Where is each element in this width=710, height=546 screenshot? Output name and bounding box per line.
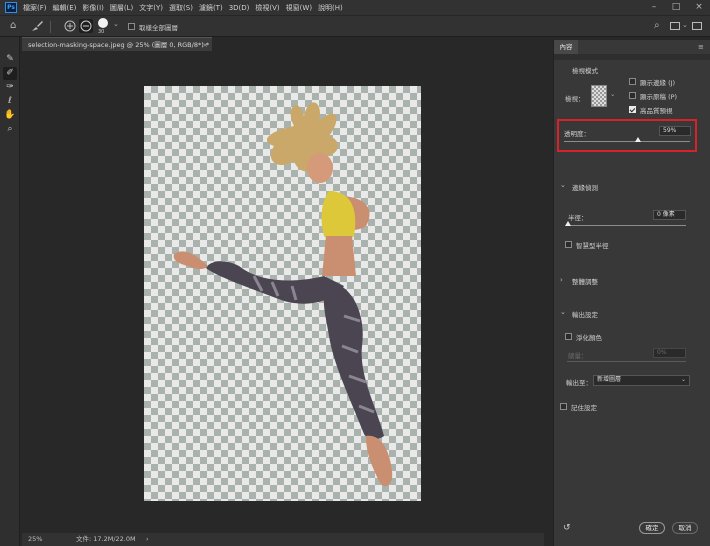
canvas-area[interactable]: [22, 52, 544, 533]
output-to-value: 新增圖層: [597, 376, 622, 383]
lasso-tool-icon[interactable]: ℓ: [3, 95, 17, 108]
amount-slider-track: [567, 361, 686, 362]
menu-file[interactable]: 檔案(F): [23, 3, 53, 13]
photoshop-logo: Ps: [5, 2, 17, 13]
right-foot-shape: [366, 435, 393, 487]
menu-help[interactable]: 說明(H): [318, 3, 349, 13]
tools-panel: ✎ ✐ ✑ ℓ ✋ ⌕: [0, 37, 20, 546]
refine-brush-icon[interactable]: [30, 19, 44, 35]
options-bar: ⌂ 30 ⌄ 取樣全部圖層 ⌕ ⌄: [0, 15, 710, 37]
document-image[interactable]: [144, 86, 421, 501]
tab-properties[interactable]: 內容: [554, 40, 578, 54]
zoom-level[interactable]: 25%: [28, 533, 42, 546]
radius-slider-track[interactable]: [567, 225, 686, 226]
document-title: selection-masking-space.jpeg @ 25% (圖層 0…: [28, 41, 210, 49]
zoom-tool-icon[interactable]: ⌕: [3, 123, 17, 136]
show-original-checkbox[interactable]: [629, 92, 636, 99]
chevron-down-icon[interactable]: ⌄: [560, 181, 566, 189]
left-foot-shape: [173, 251, 208, 270]
dancer-illustration: [173, 102, 393, 487]
hq-preview-label: 高品質預視: [640, 107, 673, 115]
smart-radius-checkbox[interactable]: [565, 241, 572, 248]
menu-layer[interactable]: 圖層(L): [110, 3, 139, 13]
amount-label: 總量：: [568, 352, 588, 360]
radius-input[interactable]: 0 像素: [653, 210, 686, 220]
decontaminate-checkbox[interactable]: [565, 333, 572, 340]
workspace-icon[interactable]: [670, 22, 680, 30]
opacity-highlight-box: [557, 119, 697, 152]
edge-detection-title[interactable]: 邊緣偵測: [572, 182, 598, 192]
brush-tool-icon[interactable]: ✐: [3, 67, 17, 80]
view-label: 檢視：: [565, 95, 585, 103]
add-mode-icon[interactable]: [64, 20, 76, 34]
chevron-down-icon: ⌄: [680, 376, 686, 383]
brush-size-value: 30: [98, 29, 105, 35]
menu-view[interactable]: 檢視(V): [255, 3, 285, 13]
chevron-right-icon[interactable]: ›: [560, 276, 563, 284]
divider: [50, 21, 51, 33]
global-refinements-title[interactable]: 整體調整: [572, 276, 598, 286]
show-edge-label: 顯示邊緣 (J): [640, 79, 676, 87]
right-leg-shape: [323, 281, 384, 440]
view-mode-title: 檢視模式: [572, 67, 598, 75]
hq-preview-checkbox[interactable]: [629, 106, 636, 113]
maximize-icon[interactable]: □: [665, 0, 687, 15]
chevron-down-icon[interactable]: ⌄: [113, 20, 119, 28]
menu-bar: Ps 檔案(F) 編輯(E) 影像(I) 圖層(L) 文字(Y) 選取(S) 濾…: [0, 0, 710, 15]
menu-3d[interactable]: 3D(D): [229, 4, 256, 12]
reset-icon[interactable]: ↺: [563, 523, 571, 533]
menu-window[interactable]: 視窗(W): [286, 3, 318, 13]
panel-menu-icon[interactable]: ≡: [698, 43, 704, 51]
smart-radius-label: 智慧型半徑: [576, 242, 609, 250]
chevron-down-icon[interactable]: ⌄: [610, 90, 615, 98]
menu-filter[interactable]: 濾鏡(T): [199, 3, 229, 13]
close-tab-icon[interactable]: ×: [203, 38, 208, 52]
search-icon[interactable]: ⌕: [654, 21, 660, 31]
home-icon[interactable]: ⌂: [10, 21, 16, 31]
chevron-down-icon[interactable]: ⌄: [560, 308, 566, 316]
subtract-mode-icon[interactable]: [79, 19, 93, 33]
output-to-select[interactable]: 新增圖層 ⌄: [593, 375, 690, 386]
head-shape: [307, 153, 333, 183]
midriff-shape: [322, 236, 356, 276]
output-settings-title[interactable]: 輸出設定: [572, 309, 598, 319]
quick-selection-tool-icon[interactable]: ✎: [3, 53, 17, 66]
menu-edit[interactable]: 編輯(E): [53, 3, 83, 13]
properties-panel: 內容 ≡ 檢視模式 檢視： ⌄ 顯示邊緣 (J) 顯示原稿 (P) 高品質預視 …: [553, 40, 710, 546]
hand-tool-icon[interactable]: ✋: [3, 109, 17, 122]
show-original-label: 顯示原稿 (P): [640, 93, 678, 101]
menu-image[interactable]: 影像(I): [82, 3, 110, 13]
minimize-icon[interactable]: –: [643, 0, 665, 15]
menu-select[interactable]: 選取(S): [169, 3, 199, 13]
remember-settings-label: 記住設定: [571, 404, 597, 412]
menu-type[interactable]: 文字(Y): [139, 3, 169, 13]
radius-slider-thumb[interactable]: [565, 221, 571, 226]
decontaminate-label: 淨化顏色: [576, 334, 602, 342]
close-window-icon[interactable]: ×: [688, 0, 710, 15]
sample-all-layers-checkbox[interactable]: [128, 23, 135, 30]
view-mode-thumbnail[interactable]: [591, 85, 607, 107]
chevron-right-icon[interactable]: ›: [146, 533, 149, 546]
refine-edge-brush-icon[interactable]: ✑: [3, 81, 17, 94]
sample-all-layers-label: 取樣全部圖層: [139, 24, 178, 32]
brush-preview-icon[interactable]: [98, 18, 108, 28]
remember-settings-checkbox[interactable]: [560, 403, 567, 410]
document-info: 文件: 17.2M/22.0M: [76, 535, 136, 543]
share-icon[interactable]: [692, 22, 702, 30]
amount-input: 0%: [653, 348, 686, 358]
status-bar: 25% 文件: 17.2M/22.0M ›: [22, 533, 544, 546]
ok-button[interactable]: 確定: [639, 522, 665, 534]
chevron-down-icon[interactable]: ⌄: [682, 21, 688, 29]
show-edge-checkbox[interactable]: [629, 78, 636, 85]
document-tab[interactable]: selection-masking-space.jpeg @ 25% (圖層 0…: [22, 37, 212, 51]
cancel-button[interactable]: 取消: [672, 522, 698, 534]
output-to-label: 輸出至：: [566, 379, 592, 387]
